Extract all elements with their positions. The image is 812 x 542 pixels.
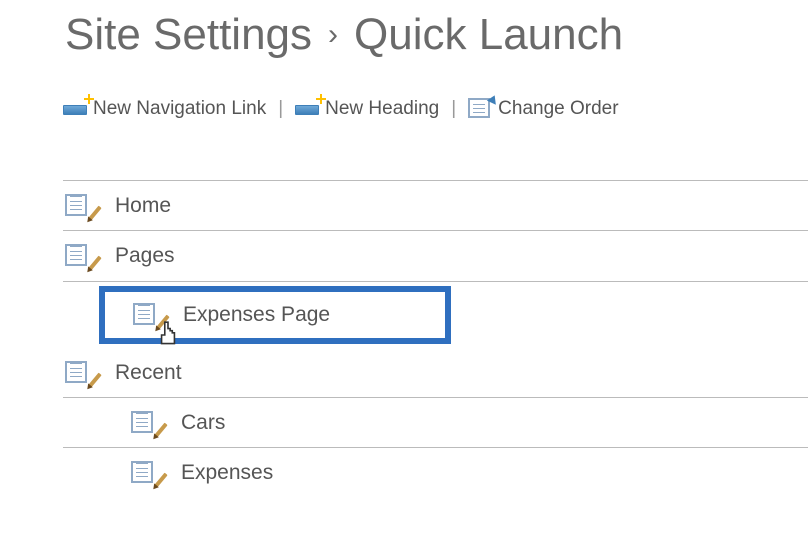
- change-order-button[interactable]: Change Order: [468, 98, 618, 120]
- nav-item-label: Pages: [115, 244, 175, 268]
- nav-item-expenses-page[interactable]: Expenses Page: [99, 282, 808, 348]
- nav-item-label: Cars: [181, 411, 225, 435]
- new-heading-label: New Heading: [325, 98, 439, 120]
- edit-icon[interactable]: [65, 361, 93, 385]
- edit-icon[interactable]: [131, 461, 159, 485]
- toolbar-separator: |: [278, 98, 283, 120]
- edit-icon[interactable]: [65, 244, 93, 268]
- edit-icon[interactable]: [133, 303, 161, 327]
- toolbar: New Navigation Link | New Heading | Chan…: [63, 98, 812, 120]
- nav-item-recent[interactable]: Recent: [63, 348, 808, 398]
- nav-tree: Home Pages Expenses Page Recent: [63, 180, 808, 498]
- nav-item-cars[interactable]: Cars: [63, 398, 808, 448]
- new-heading-button[interactable]: New Heading: [295, 98, 439, 120]
- new-navigation-link-button[interactable]: New Navigation Link: [63, 98, 266, 120]
- edit-icon[interactable]: [65, 194, 93, 218]
- link-new-icon: [63, 100, 89, 118]
- change-order-icon: [468, 98, 494, 120]
- new-navigation-link-label: New Navigation Link: [93, 98, 266, 120]
- breadcrumb-current: Quick Launch: [354, 10, 623, 60]
- breadcrumb-separator-icon: ›: [328, 18, 338, 52]
- nav-item-label: Expenses: [181, 461, 273, 485]
- nav-item-label: Recent: [115, 361, 182, 385]
- edit-icon[interactable]: [131, 411, 159, 435]
- change-order-label: Change Order: [498, 98, 618, 120]
- toolbar-separator: |: [451, 98, 456, 120]
- nav-item-label: Expenses Page: [183, 303, 330, 327]
- nav-item-expenses[interactable]: Expenses: [63, 448, 808, 498]
- nav-item-pages[interactable]: Pages: [63, 231, 808, 281]
- heading-new-icon: [295, 100, 321, 118]
- breadcrumb: Site Settings › Quick Launch: [65, 10, 812, 60]
- nav-item-home[interactable]: Home: [63, 181, 808, 231]
- nav-item-expenses-page-wrap: Expenses Page: [63, 281, 808, 348]
- breadcrumb-parent[interactable]: Site Settings: [65, 10, 312, 60]
- nav-item-label: Home: [115, 194, 171, 218]
